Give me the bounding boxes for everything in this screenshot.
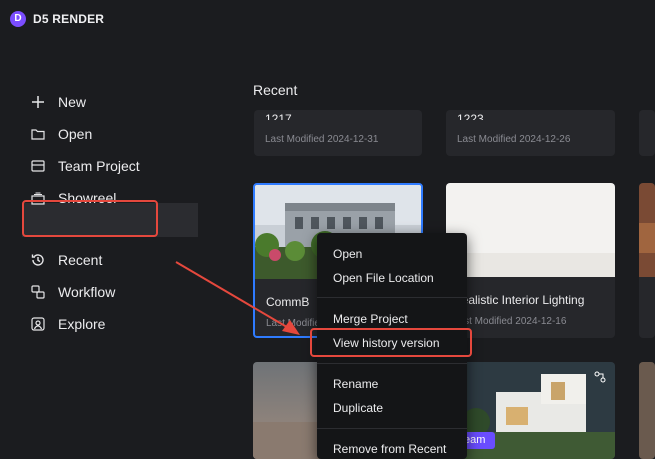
menu-item-open[interactable]: Open — [333, 247, 362, 261]
menu-divider — [317, 363, 467, 364]
menu-item-remove-from-recent[interactable]: Remove from Recent — [333, 442, 446, 456]
menu-item-open-file-location[interactable]: Open File Location — [333, 271, 434, 285]
menu-item-duplicate[interactable]: Duplicate — [333, 401, 383, 415]
menu-divider — [317, 297, 467, 298]
menu-item-merge-project[interactable]: Merge Project — [333, 312, 408, 326]
history-annotation-box — [310, 328, 472, 357]
menu-item-rename[interactable]: Rename — [333, 377, 378, 391]
menu-divider — [317, 428, 467, 429]
